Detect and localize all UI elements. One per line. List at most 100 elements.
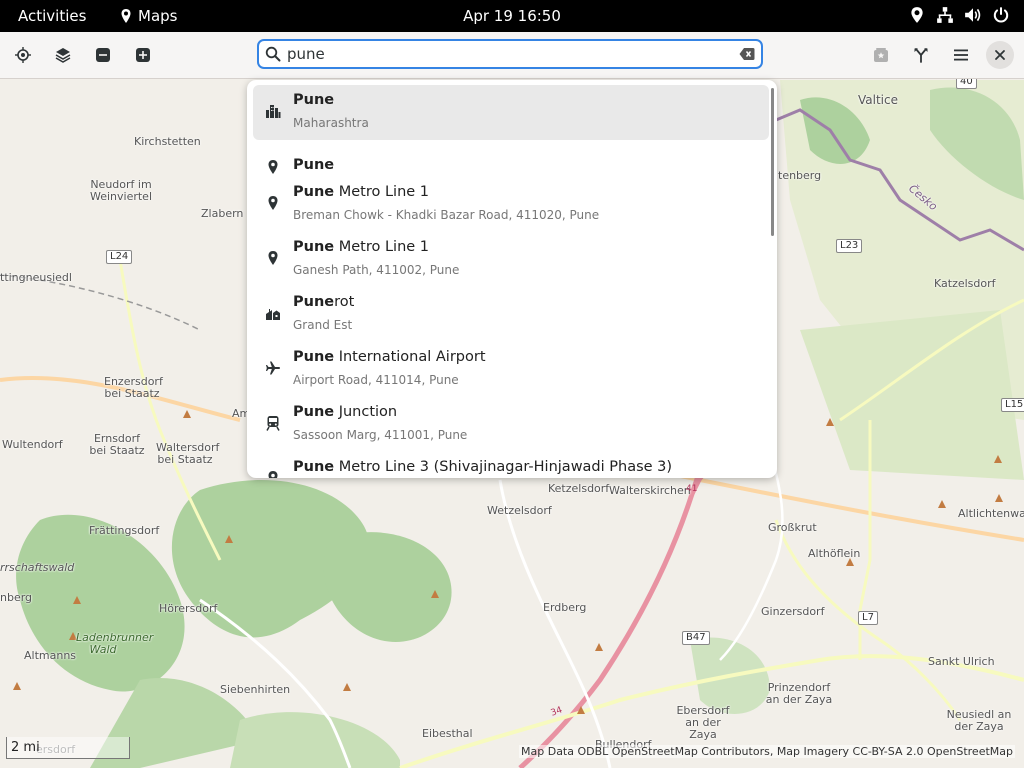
place-label: Katzelsdorf (934, 277, 996, 290)
app-menu[interactable]: Maps (118, 7, 177, 25)
route-button[interactable] (906, 40, 936, 70)
result-title: Pune International Airport (293, 349, 486, 365)
locate-button[interactable] (8, 40, 38, 70)
main-menu-button[interactable] (946, 40, 976, 70)
result-title: Pune Metro Line 1 (293, 184, 430, 200)
result-subtitle: Grand Est (293, 318, 353, 332)
place-label: tenberg (778, 169, 822, 182)
result-subtitle: Breman Chowk - Khadki Bazar Road, 411020… (293, 208, 600, 222)
close-window-button[interactable] (986, 41, 1014, 69)
result-subtitle: Maharashtra (293, 116, 369, 130)
result-subtitle: Ganesh Path, 411002, Pune (293, 263, 460, 277)
search-result-item[interactable]: Pune Maharashtra (253, 85, 769, 140)
place-label: Walterskirchen (609, 484, 691, 497)
place-label: Hörersdorf (159, 602, 218, 615)
search-result-item[interactable]: Pune International Airport Airport Road,… (253, 342, 769, 397)
search-icon (265, 46, 281, 62)
place-label: Neudorf im Weinviertel (89, 178, 153, 203)
search-results-popover: Pune Maharashtra Pune Pune Metro Line 1 … (247, 80, 777, 478)
place-label: Zlabern (201, 207, 244, 220)
place-label: Neusiedl an der Zaya (946, 708, 1012, 733)
header-bar (0, 32, 1024, 79)
favorites-icon (874, 48, 888, 62)
layers-icon (55, 48, 71, 63)
layers-button[interactable] (48, 40, 78, 70)
maps-app-icon (121, 9, 131, 23)
place-label: Wetzelsdorf (487, 504, 552, 517)
locate-icon (15, 47, 31, 63)
place-label: Altlichtenwarth (958, 507, 1024, 520)
zoom-out-icon (96, 48, 110, 62)
place-label: Waltersdorf bei Staatz (156, 441, 220, 466)
activities-button[interactable]: Activities (18, 7, 86, 25)
clear-search-icon[interactable] (739, 47, 755, 61)
road-number-tag: L15 (1001, 398, 1024, 412)
road-number-tag: L24 (106, 250, 133, 264)
system-tray[interactable] (908, 6, 1010, 24)
result-title: Pune (293, 157, 335, 173)
result-title: Pune (293, 92, 335, 108)
pin-icon (268, 196, 278, 210)
clock[interactable]: Apr 19 16:50 (463, 7, 561, 25)
pin-icon (268, 471, 278, 478)
result-title: Pune Metro Line 3 (Shivajinagar-Hinjawad… (293, 459, 673, 475)
place-label: rrschaftswald (0, 561, 75, 574)
place-label: Ladenbrunner Wald (76, 631, 154, 656)
map-attribution: Map Data ODBL OpenStreetMap Contributors… (519, 745, 1015, 758)
place-label: Sankt Ulrich (928, 655, 995, 668)
place-label: Wultendorf (2, 438, 63, 451)
place-label: Altmanns (24, 649, 77, 662)
place-label: ttingneusiedl (0, 271, 72, 284)
search-field[interactable] (257, 39, 763, 69)
place-label: Erdberg (543, 601, 587, 614)
close-icon (995, 50, 1005, 60)
place-label: Valtice (858, 93, 898, 107)
city-icon (266, 105, 281, 118)
network-icon (937, 7, 953, 23)
place-label: nberg (0, 591, 33, 604)
favorites-button[interactable] (866, 40, 896, 70)
road-number-tag: B47 (682, 631, 710, 645)
search-input[interactable] (287, 44, 727, 64)
result-title: Pune Metro Line 1 (293, 239, 430, 255)
place-label: Althöflein (808, 547, 861, 560)
place-label: Ketzelsdorf (548, 482, 610, 495)
power-icon (993, 7, 1009, 23)
search-result-item[interactable]: Punerot Grand Est (253, 287, 769, 342)
zoom-in-button[interactable] (128, 40, 158, 70)
place-label: Ebersdorf an der Zaya (676, 704, 730, 741)
place-label: Prinzendorf an der Zaya (765, 681, 833, 706)
map-scale: 2 mi (6, 737, 130, 759)
airplane-icon (266, 361, 280, 375)
top-bar: Activities Maps Apr 19 16:50 (0, 0, 1024, 32)
pin-icon (268, 160, 278, 174)
app-name: Maps (138, 7, 178, 25)
place-label: Kirchstetten (134, 135, 201, 148)
menu-icon (954, 49, 968, 61)
place-label: Ginzersdorf (761, 605, 825, 618)
results-scrollbar[interactable] (771, 88, 774, 236)
search-result-item[interactable]: Pune Junction Sassoon Marg, 411001, Pune (253, 397, 769, 452)
road-number-tag: 41 (686, 484, 698, 494)
result-title: Pune Junction (293, 404, 398, 420)
zoom-in-icon (136, 48, 150, 62)
place-label: Eibesthal (422, 727, 473, 740)
zoom-out-button[interactable] (88, 40, 118, 70)
result-title: Punerot (293, 294, 355, 310)
result-subtitle: Sassoon Marg, 411001, Pune (293, 428, 468, 442)
search-result-item[interactable]: Pune Metro Line 1 Ganesh Path, 411002, P… (253, 232, 769, 287)
pin-icon (268, 251, 278, 265)
result-subtitle: Airport Road, 411014, Pune (293, 373, 459, 387)
place-label: Frättingsdorf (89, 524, 160, 537)
road-number-tag: L7 (858, 611, 878, 625)
place-label: Großkrut (768, 521, 817, 534)
place-label: Enzersdorf bei Staatz (104, 375, 163, 400)
volume-icon (965, 8, 981, 22)
train-icon (266, 416, 280, 431)
town-icon (266, 309, 280, 320)
place-label: Siebenhirten (220, 683, 291, 696)
search-result-item[interactable]: Pune Metro Line 1 Breman Chowk - Khadki … (253, 177, 769, 232)
road-number-tag: L23 (836, 239, 863, 253)
search-result-item[interactable]: Pune Metro Line 3 (Shivajinagar-Hinjawad… (253, 452, 769, 478)
location-icon (911, 7, 923, 23)
